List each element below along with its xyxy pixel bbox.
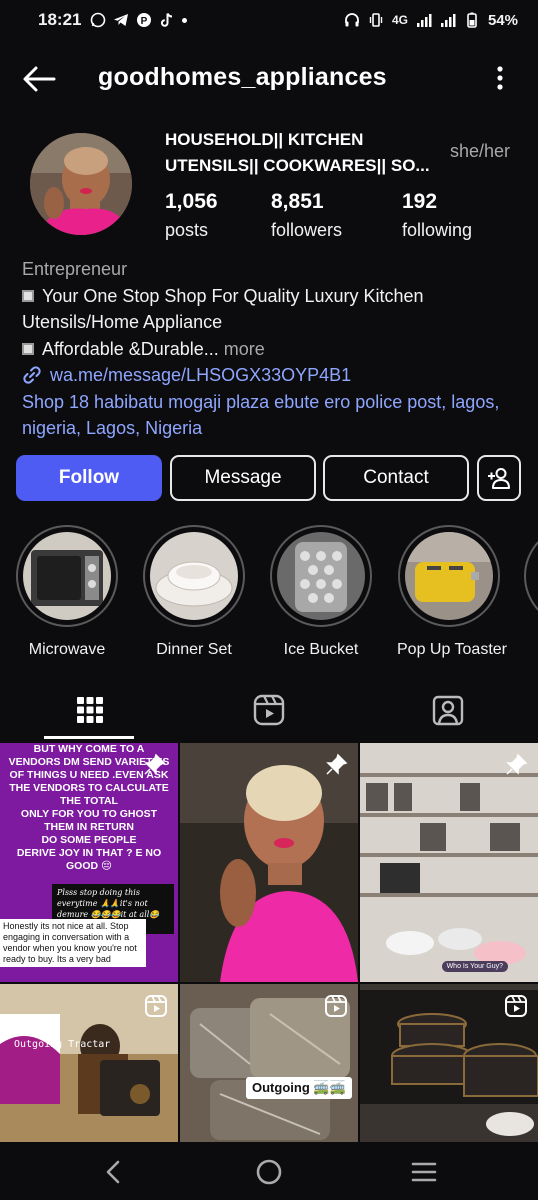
contact-button[interactable]: Contact: [323, 455, 469, 501]
signal-icon: [440, 14, 456, 27]
bio-line: Utensils/Home Appliance: [22, 312, 223, 332]
profile-display-name: HOUSEHOLD|| KITCHEN UTENSILS|| COOKWARES…: [165, 130, 430, 175]
followers-label: followers: [271, 220, 343, 240]
highlight-label: Dinner Set: [156, 641, 232, 658]
profile-username: goodhomes_appliances: [98, 63, 387, 91]
posts-label: posts: [165, 220, 209, 240]
notification-dot-icon: [182, 17, 188, 23]
profile-tabs: [0, 682, 538, 740]
highlight-microwave[interactable]: Microwave: [15, 525, 119, 659]
highlight-label: Ice Bucket: [283, 641, 359, 658]
tagged-person-icon: [432, 695, 463, 726]
more-options-icon[interactable]: [496, 65, 504, 91]
post-thumbnail[interactable]: BUT WHY COME TO A VENDORS DM SEND VARIET…: [0, 743, 178, 982]
post-caption: Who Is Your Guy?: [441, 961, 508, 972]
post-thumbnail[interactable]: [360, 984, 538, 1142]
highlight-thumbnail: [23, 532, 111, 620]
active-tab-indicator: [44, 736, 134, 739]
profile-avatar[interactable]: [30, 133, 132, 235]
follow-button[interactable]: Follow: [16, 455, 162, 501]
post-tag: Outgoing 🚎🚎: [246, 1077, 352, 1099]
highlight-partial[interactable]: [524, 525, 538, 627]
add-person-icon: [488, 468, 510, 489]
post-thumbnail[interactable]: Who Is Your Guy?: [360, 743, 538, 982]
reel-icon: [505, 995, 527, 1017]
highlight-label: Pop Up Toaster: [397, 641, 507, 658]
highlight-thumbnail: [150, 532, 238, 620]
bio-link-text: wa.me/message/LHSOGX33OYP4B1: [50, 365, 352, 385]
system-nav-bar: [0, 1142, 538, 1200]
link-icon: [23, 366, 41, 384]
profile-bio: Entrepreneur Your One Stop Shop For Qual…: [22, 256, 522, 442]
bullet-icon: [22, 289, 34, 302]
bio-link[interactable]: wa.me/message/LHSOGX33OYP4B1: [22, 362, 522, 389]
pin-icon: [506, 753, 528, 775]
grid-icon: [76, 697, 103, 723]
pin-icon: [144, 753, 166, 775]
bio-more-link[interactable]: more: [219, 339, 265, 359]
profile-pronouns: she/her: [450, 141, 511, 161]
tab-tagged[interactable]: [358, 682, 537, 738]
highlight-thumbnail: [405, 532, 493, 620]
post-thumbnail[interactable]: Outgoing 🚎🚎: [180, 984, 358, 1142]
tiktok-icon: [161, 13, 173, 27]
post-caption: Outgoing Tractar: [14, 1039, 111, 1050]
home-circle-icon: [256, 1159, 282, 1185]
status-time: 18:21: [38, 10, 82, 29]
reel-icon: [325, 995, 347, 1017]
home-button[interactable]: [254, 1158, 284, 1186]
back-arrow-icon[interactable]: [22, 65, 56, 93]
post-sticker: Honestly its not nice at all. Stop engag…: [0, 919, 146, 967]
svg-text:P: P: [141, 16, 148, 27]
vibrate-icon: [369, 13, 383, 27]
message-button[interactable]: Message: [170, 455, 316, 501]
followers-stat[interactable]: 8,851 followers: [271, 190, 342, 241]
menu-button[interactable]: [409, 1158, 439, 1186]
highlight-thumbnail: [277, 532, 365, 620]
highlight-label: Microwave: [28, 641, 106, 658]
bullet-icon: [22, 342, 34, 355]
chevron-left-icon: [106, 1160, 120, 1184]
following-count: 192: [402, 190, 438, 213]
battery-level: 54%: [487, 11, 518, 29]
recents-back-button[interactable]: [98, 1158, 128, 1186]
post-thumbnail[interactable]: [180, 743, 358, 982]
profile-category: Entrepreneur: [22, 259, 128, 279]
tab-reels[interactable]: [179, 682, 358, 738]
profile-header: goodhomes_appliances: [0, 55, 538, 103]
bio-address[interactable]: Shop 18 habibatu mogaji plaza ebute ero …: [22, 389, 522, 442]
followers-count: 8,851: [271, 190, 324, 213]
highlight-pop-up-toaster[interactable]: Pop Up Toaster: [397, 525, 507, 659]
following-label: following: [402, 220, 473, 240]
menu-lines-icon: [411, 1162, 437, 1182]
suggested-accounts-button[interactable]: [477, 455, 521, 501]
headphones-icon: [345, 13, 359, 27]
status-bar: 18:21 P 4G 54%: [0, 0, 538, 40]
highlight-ice-bucket[interactable]: Ice Bucket: [269, 525, 373, 659]
following-stat[interactable]: 192 following: [402, 190, 472, 241]
reels-icon: [253, 694, 284, 726]
posts-stat[interactable]: 1,056 posts: [165, 190, 218, 241]
network-type: 4G: [391, 13, 408, 27]
post-image: [180, 743, 358, 982]
bio-line: Affordable &Durable... more: [22, 336, 522, 363]
pin-icon: [326, 753, 348, 775]
highlight-dinner-set[interactable]: Dinner Set: [142, 525, 246, 659]
post-thumbnail[interactable]: Outgoing Tractar: [0, 984, 178, 1142]
reel-icon: [145, 995, 167, 1017]
telegram-icon: [114, 14, 129, 26]
post-image: [360, 743, 538, 982]
pinterest-icon: P: [137, 13, 152, 27]
posts-count: 1,056: [165, 190, 218, 213]
battery-icon: [467, 12, 477, 28]
whatsapp-icon: [91, 12, 106, 28]
bio-line: Your One Stop Shop For Quality Luxury Ki…: [22, 283, 522, 310]
signal-icon: [416, 14, 432, 27]
tab-posts-grid[interactable]: [0, 682, 179, 738]
